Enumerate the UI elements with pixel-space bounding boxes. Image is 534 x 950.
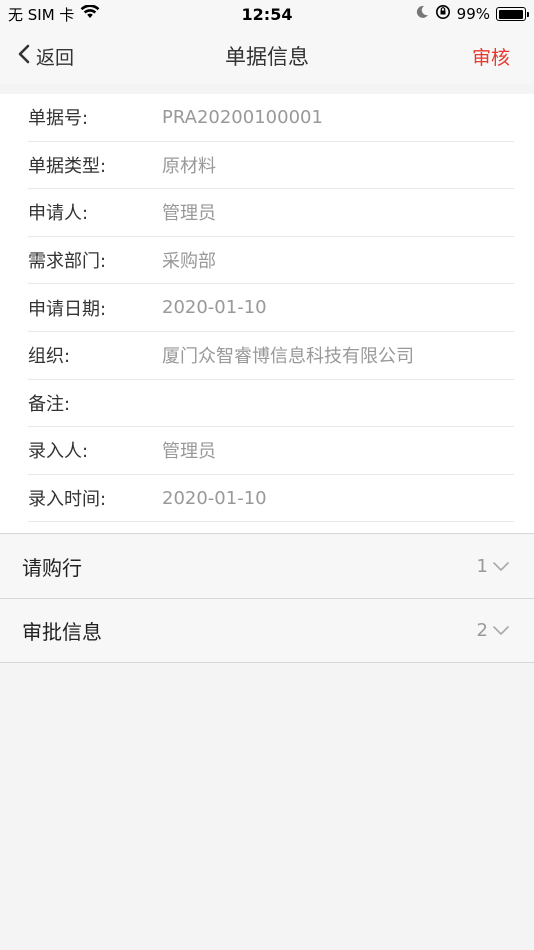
status-bar: 无 SIM 卡 12:54 99%	[0, 0, 534, 28]
carrier-label: 无 SIM 卡	[8, 5, 75, 24]
info-row-apply-date: 申请日期: 2020-01-10	[28, 284, 514, 332]
info-value: 原材料	[162, 155, 216, 177]
info-label: 录入人:	[28, 441, 89, 463]
info-label: 单据类型:	[28, 155, 107, 177]
section-count: 1	[476, 556, 488, 577]
status-left: 无 SIM 卡	[8, 4, 100, 25]
approve-button[interactable]: 审核	[472, 28, 510, 84]
info-row-organization: 组织: 厦门众智睿博信息科技有限公司	[28, 332, 514, 380]
info-row-document-type: 单据类型: 原材料	[28, 142, 514, 190]
info-value: 2020-01-10	[162, 487, 267, 509]
chevron-left-icon	[18, 44, 30, 69]
info-label: 需求部门:	[28, 251, 107, 273]
chevron-down-icon	[492, 556, 510, 577]
status-right: 99%	[415, 4, 529, 24]
section-purchase-lines[interactable]: 请购行 1	[0, 535, 534, 599]
wifi-icon	[80, 4, 100, 23]
battery-level	[498, 9, 524, 19]
info-value: 管理员	[162, 441, 216, 463]
info-label: 录入时间:	[28, 489, 107, 511]
info-row-entered-by: 录入人: 管理员	[28, 427, 514, 475]
info-row-remarks: 备注:	[28, 380, 514, 428]
info-label: 申请日期:	[28, 298, 107, 320]
info-row-document-number: 单据号: PRA20200100001	[28, 94, 514, 142]
document-info-card: 单据号: PRA20200100001 单据类型: 原材料 申请人: 管理员 需…	[0, 94, 534, 534]
battery-percent: 99%	[456, 5, 490, 23]
page-title: 单据信息	[225, 45, 309, 69]
info-row-entry-time: 录入时间: 2020-01-10	[28, 475, 514, 523]
info-label: 申请人:	[28, 203, 89, 225]
section-meta: 1	[477, 556, 510, 577]
info-value: 厦门众智睿博信息科技有限公司	[162, 346, 414, 368]
back-label: 返回	[36, 46, 75, 69]
section-count: 2	[476, 620, 488, 641]
info-value: 采购部	[162, 251, 216, 273]
moon-icon	[415, 5, 429, 23]
rotation-lock-icon	[435, 4, 451, 24]
chevron-down-icon	[492, 620, 510, 641]
info-row-department: 需求部门: 采购部	[28, 237, 514, 285]
section-approval-info[interactable]: 审批信息 2	[0, 599, 534, 663]
info-value: 2020-01-10	[162, 297, 267, 319]
info-label: 备注:	[28, 393, 71, 415]
info-value: 管理员	[162, 203, 216, 225]
back-button[interactable]: 返回	[18, 28, 74, 84]
section-meta: 2	[477, 620, 510, 641]
info-row-applicant: 申请人: 管理员	[28, 189, 514, 237]
info-label: 单据号:	[28, 108, 89, 130]
section-title: 请购行	[22, 556, 82, 580]
section-title: 审批信息	[22, 620, 102, 644]
info-label: 组织:	[28, 346, 71, 368]
nav-bar: 返回 单据信息 审核	[0, 28, 534, 84]
info-value: PRA20200100001	[162, 106, 323, 128]
battery-icon	[496, 7, 529, 21]
